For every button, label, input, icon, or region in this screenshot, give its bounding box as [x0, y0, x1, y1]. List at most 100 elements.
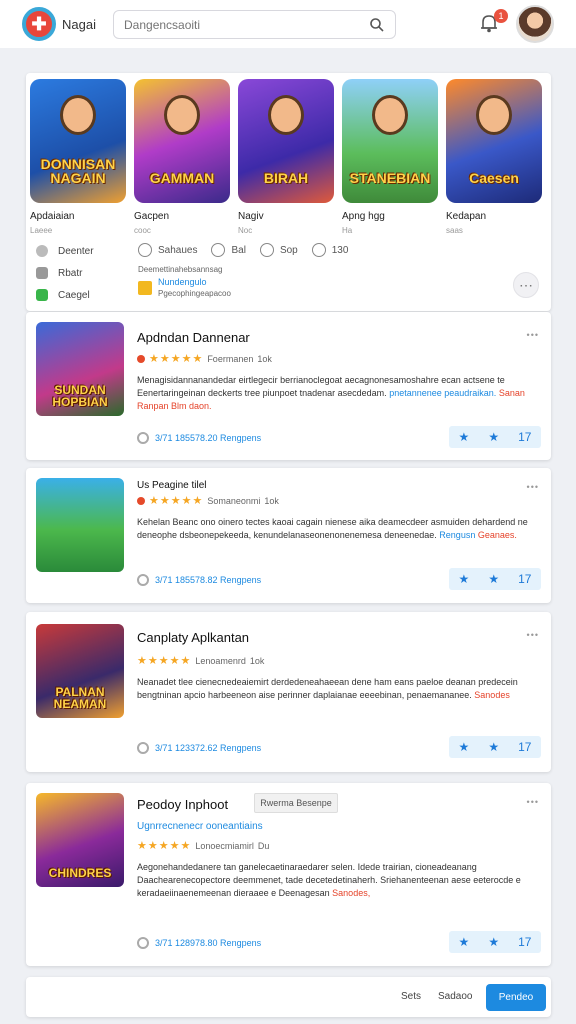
game-thumbnail-title: BIRAH [263, 170, 309, 186]
star-icon[interactable]: ★ [459, 430, 470, 444]
sadaoo-link[interactable]: Sadaoo [438, 991, 472, 1002]
heart-icon [311, 243, 326, 257]
card-title[interactable]: Peodoy Inphoot [137, 797, 228, 812]
rating-actions[interactable]: ★ ★ 17 [449, 931, 541, 953]
more-icon[interactable]: ••• [527, 797, 539, 807]
games-carousel: DONNISAN NAGAIN Apdaiaian Laeee GAMMAN G… [30, 79, 542, 235]
app-card[interactable]: PALNAN NEAMAN Canplaty Aplkantan ••• ★★★… [26, 612, 551, 772]
stat-item[interactable]: Bal [211, 243, 246, 257]
rating-actions[interactable]: ★ ★ 17 [449, 426, 541, 448]
game-name: Apdaiaian [30, 211, 75, 222]
card-footer: 3/71 128978.80 Rengpens [137, 937, 261, 949]
category-item[interactable]: Rbatr [36, 267, 94, 279]
card-footer: 3/71 185578.20 Rengpens [137, 432, 261, 444]
desc-link[interactable]: Rengusn [439, 530, 475, 540]
app-card[interactable]: SUNDAN HOPBIAN Apdndan Dannenar ••• ★★★★… [26, 312, 551, 460]
tag-button[interactable]: Rwerma Besenpe [254, 793, 338, 813]
star-icon[interactable]: ★ [459, 935, 470, 949]
game-tile[interactable]: BIRAH Nagiv Noc [238, 79, 334, 235]
more-icon[interactable]: ••• [527, 330, 539, 340]
app-art[interactable]: SUNDAN HOPBIAN [36, 322, 124, 416]
search-input[interactable] [124, 17, 369, 32]
gear-icon[interactable] [137, 432, 149, 444]
primary-button[interactable]: Pendeo [486, 984, 546, 1011]
rating-text: Somaneonmi [207, 495, 261, 506]
app-name: Nagai [62, 16, 96, 32]
category-item[interactable]: Caegel [36, 289, 94, 301]
rating-row: ★★★★★ Lenoamenrd 1ok [137, 654, 264, 667]
meta-line: Deemettinahebsannsag [138, 265, 223, 274]
game-thumbnail[interactable]: BIRAH [238, 79, 334, 203]
game-thumbnail[interactable]: STANEBIAN [342, 79, 438, 203]
gear-icon[interactable] [137, 742, 149, 754]
category-label: Deenter [58, 245, 94, 257]
count-icon[interactable]: 17 [518, 740, 531, 754]
star-icon[interactable]: ★ [459, 572, 470, 586]
game-thumbnail[interactable]: DONNISAN NAGAIN [30, 79, 126, 203]
card-title[interactable]: Apdndan Dannenar [137, 330, 250, 345]
count-icon[interactable]: 17 [518, 572, 531, 586]
gear-icon[interactable] [137, 574, 149, 586]
stat-label: Sop [279, 244, 298, 256]
store-icon [36, 289, 48, 301]
category-item[interactable]: Deenter [36, 245, 94, 257]
game-name: Gacpen [134, 211, 170, 222]
app-logo[interactable]: ✚ [22, 7, 56, 41]
footer-text: 3/71 185578.20 Rengpens [155, 433, 262, 443]
game-thumbnail[interactable]: Caesen [446, 79, 542, 203]
card-subtitle[interactable]: Ugnrrecnenecr ooneantiains [137, 821, 263, 832]
desc-link[interactable]: pnetannenee peaudraikan. [389, 388, 496, 398]
footer-text: 3/71 128978.80 Rengpens [155, 938, 262, 948]
search-bar[interactable] [113, 10, 396, 39]
stat-label: Sahaues [158, 244, 198, 256]
lock-icon [36, 267, 48, 279]
app-art[interactable] [36, 478, 124, 572]
star-icon[interactable]: ★ [488, 935, 499, 949]
stat-label: 130 [331, 244, 349, 256]
count-icon[interactable]: 17 [518, 430, 531, 444]
badge-sub: Pgecophingeapacoo [158, 289, 231, 298]
search-icon[interactable] [369, 17, 385, 33]
more-icon[interactable]: ••• [527, 482, 539, 492]
star-icon[interactable]: ★ [459, 740, 470, 754]
more-icon[interactable]: ••• [527, 630, 539, 640]
chat-icon [36, 245, 48, 257]
game-thumbnail[interactable]: GAMMAN [134, 79, 230, 203]
footer-text: 3/71 185578.82 Rengpens [155, 575, 262, 585]
app-art[interactable]: PALNAN NEAMAN [36, 624, 124, 718]
gear-icon[interactable] [137, 937, 149, 949]
count-icon[interactable]: 17 [518, 935, 531, 949]
stat-item[interactable]: Sop [259, 243, 298, 257]
game-sub: cooc [134, 226, 151, 235]
game-tile[interactable]: Caesen Kedapan saas [446, 79, 542, 235]
avatar[interactable] [516, 5, 554, 43]
stats-row: Sahaues Bal Sop 130 [138, 243, 348, 257]
game-name: Nagiv [238, 211, 264, 222]
app-card[interactable]: Us Peagine tilel ••• ★★★★★ Somaneonmi 1o… [26, 468, 551, 603]
stat-label: Bal [231, 244, 246, 256]
app-art[interactable]: CHINDRES [36, 793, 124, 887]
dot-icon [137, 354, 145, 363]
featured-badge[interactable]: Nundengulo Pgecophingeapacoo [138, 277, 231, 298]
card-title[interactable]: Us Peagine tilel [137, 480, 206, 491]
stat-item[interactable]: Sahaues [138, 243, 197, 257]
rating-actions[interactable]: ★ ★ 17 [449, 736, 541, 758]
rating-row: ★★★★★ Somaneonmi 1ok [137, 494, 279, 507]
app-card[interactable]: CHINDRES Peodoy Inphoot Rwerma Besenpe •… [26, 783, 551, 966]
star-icon[interactable]: ★ [488, 430, 499, 444]
stat-item[interactable]: 130 [311, 243, 349, 257]
game-tile[interactable]: GAMMAN Gacpen cooc [134, 79, 230, 235]
star-icon[interactable]: ★ [488, 740, 499, 754]
category-list: Deenter Rbatr Caegel [36, 245, 94, 311]
footer-text: 3/71 123372.62 Rengpens [155, 743, 262, 753]
rating-stars: ★★★★★ [149, 353, 204, 365]
rating-actions[interactable]: ★ ★ 17 [449, 568, 541, 590]
rating-text: Foermanen [207, 353, 254, 364]
star-icon[interactable]: ★ [488, 572, 499, 586]
rating-count: 1ok [257, 353, 272, 364]
game-tile[interactable]: DONNISAN NAGAIN Apdaiaian Laeee [30, 79, 126, 235]
card-title[interactable]: Canplaty Aplkantan [137, 630, 249, 645]
game-tile[interactable]: STANEBIAN Apng hgg Ha [342, 79, 438, 235]
sets-link[interactable]: Sets [401, 991, 421, 1002]
more-button[interactable]: ⋯ [513, 272, 539, 298]
